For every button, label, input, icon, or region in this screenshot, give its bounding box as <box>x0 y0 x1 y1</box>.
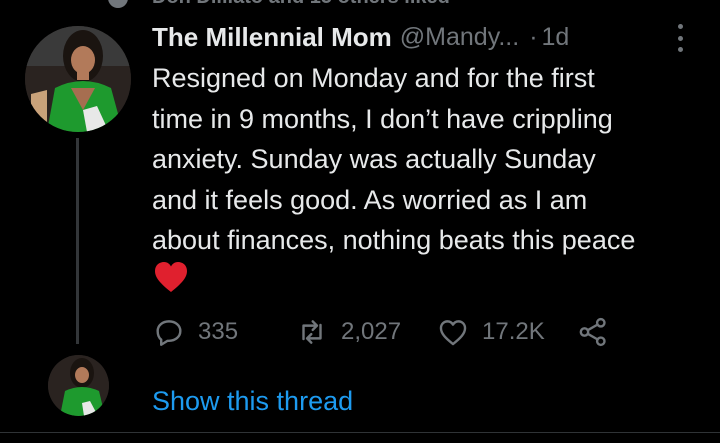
header-separator: · <box>529 22 538 51</box>
reply-button[interactable]: 335 <box>152 312 238 352</box>
share-icon <box>579 317 606 347</box>
tweet-text-line: about finances, nothing beats this peace <box>152 225 636 255</box>
show-this-thread-link[interactable]: Show this thread <box>152 386 353 417</box>
more-options-icon[interactable] <box>672 24 688 52</box>
tweet-text-line: and it feels good. As worried as I am <box>152 184 588 215</box>
retweet-icon <box>302 320 322 344</box>
author-avatar[interactable] <box>25 26 131 132</box>
avatar-photo-small <box>48 355 109 416</box>
thread-connector-line <box>76 138 79 344</box>
retweet-button[interactable]: 2,027 <box>295 312 401 352</box>
share-button[interactable] <box>576 312 610 352</box>
tweet-text-line: Resigned on Monday and for the first <box>152 63 595 93</box>
author-handle[interactable]: @Mandy... <box>400 23 519 52</box>
tweet-actions: 335 2,027 17.2K <box>152 312 672 352</box>
red-heart-emoji-icon <box>155 262 187 292</box>
divider <box>0 432 720 433</box>
heart-icon <box>439 320 467 346</box>
reply-icon <box>156 320 182 346</box>
tweet-text-line: time in 9 months, I don’t have crippling <box>152 103 613 134</box>
like-count: 17.2K <box>482 318 545 345</box>
thread-author-avatar[interactable] <box>48 355 109 416</box>
tweet-text: Resigned on Monday and for the first tim… <box>152 58 708 261</box>
like-button[interactable]: 17.2K <box>436 312 545 352</box>
liked-context-icon <box>108 0 128 8</box>
author-name[interactable]: The Millennial Mom <box>152 22 392 53</box>
retweet-count: 2,027 <box>341 318 402 345</box>
tweet-header: The Millennial Mom @Mandy... · 1d <box>152 18 692 56</box>
social-context-bar[interactable]: Don Dilliato and 15 others liked <box>0 0 720 12</box>
tweet-timestamp[interactable]: 1d <box>542 23 570 52</box>
tweet-text-line: anxiety. Sunday was actually Sunday <box>152 144 596 174</box>
social-context-text: Don Dilliato and 15 others liked <box>152 0 450 9</box>
avatar-photo <box>25 26 131 132</box>
reply-count: 335 <box>198 318 239 345</box>
